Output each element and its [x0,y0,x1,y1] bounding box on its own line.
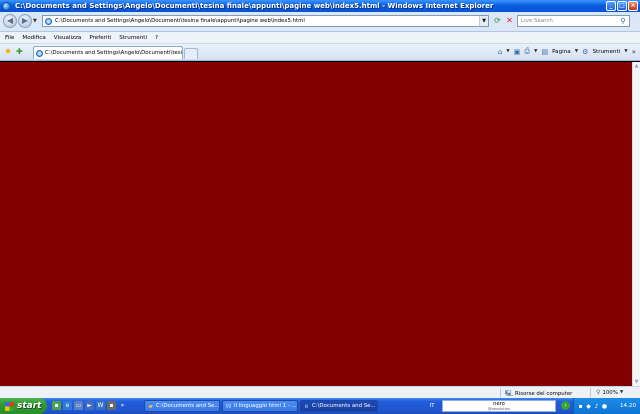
status-divider [590,388,591,398]
maximize-button[interactable]: □ [617,1,627,11]
tray-antivirus-icon[interactable]: ◆ [585,403,592,410]
windows-logo-icon [5,401,14,411]
quicklaunch-app-icon[interactable]: ▪ [52,401,61,410]
tray-network-icon[interactable]: ▪ [577,403,584,410]
tab-current[interactable]: C:\Documents and Settings\Angelo\Documen… [33,46,183,59]
page-menu-button[interactable]: Pagina [552,49,571,55]
window-controls: _ □ × [606,1,638,11]
zoom-control[interactable]: ⚲ 100% ▼ [596,389,623,396]
address-field[interactable]: C:\Documents and Settings\Angelo\Documen… [42,15,489,27]
taskbar-button-label: C:\Documents and Se... [312,403,376,409]
zoom-level: 100% [602,389,618,396]
tray-expand-icon[interactable]: ‹ [561,401,570,410]
minimize-button[interactable]: _ [606,1,616,11]
taskbar-button-label: C:\Documents and Se... [156,403,219,409]
address-row: ◀ ▶ ▼ C:\Documents and Settings\Angelo\D… [0,12,640,32]
folder-icon: ▰ [148,402,153,410]
quicklaunch-more-icon[interactable]: » [118,401,127,410]
quicklaunch-desktop-icon[interactable]: ▭ [74,401,83,410]
forward-button[interactable]: ▶ [18,14,32,28]
taskbar-button-folder[interactable]: ▰ C:\Documents and Se... [144,400,220,412]
menu-visualizza[interactable]: Visualizza [50,35,86,41]
taskbar-button-ie[interactable]: e C:\Documents and Se... [300,400,378,412]
home-icon[interactable]: ⌂ [498,48,502,56]
tab-label: C:\Documents and Settings\Angelo\Documen… [45,50,182,56]
scroll-up-icon[interactable]: ▲ [633,62,640,70]
address-dropdown-icon[interactable]: ▼ [479,16,488,26]
stop-icon[interactable]: ✕ [504,15,515,27]
toolbar-box[interactable]: nero @absolution [442,400,556,412]
tab-page-icon [36,49,43,57]
tools-gear-icon[interactable]: ⚙ [582,48,588,56]
taskbar-button-label: Il linguaggio html 1 - ... [234,403,297,409]
page-icon [45,17,52,25]
menu-strumenti[interactable]: Strumenti [115,35,151,41]
tray-icons: ▪ ◆ ♪ ● [577,403,608,410]
clock[interactable]: 14.20 [620,403,636,409]
menu-preferiti[interactable]: Preferiti [85,35,115,41]
feeds-icon[interactable]: ▣ [514,48,521,56]
vertical-scrollbar[interactable]: ▲ ▼ [632,62,640,386]
title-bar: C:\Documents and Settings\Angelo\Documen… [0,0,640,12]
close-button[interactable]: × [628,1,638,11]
word-doc-icon: W [225,402,232,410]
quick-launch: ▪ e ▭ ► W ▪ » [52,401,127,410]
page-dropdown-icon[interactable]: ▼ [575,49,578,54]
print-dropdown-icon[interactable]: ▼ [534,49,537,54]
quicklaunch-app2-icon[interactable]: ▪ [107,401,116,410]
toolbar-box-subtitle: @absolution [487,406,511,411]
search-input[interactable]: Live Search [517,15,630,27]
taskbar-button-word[interactable]: W Il linguaggio html 1 - ... [222,400,298,412]
address-text[interactable]: C:\Documents and Settings\Angelo\Documen… [55,18,305,24]
menu-bar: File Modifica Visualizza Preferiti Strum… [0,32,640,44]
more-chevron-icon[interactable]: » [632,48,636,56]
zoom-dropdown-icon[interactable]: ▼ [620,390,623,395]
print-icon[interactable]: ⎙ [524,47,530,56]
quicklaunch-media-icon[interactable]: ► [85,401,94,410]
menu-file[interactable]: File [0,35,18,41]
system-tray: ▪ ◆ ♪ ● 14.20 [573,398,640,414]
quicklaunch-word-icon[interactable]: W [96,401,105,410]
language-indicator[interactable]: IT [426,400,438,412]
start-label: start [17,401,42,411]
tools-menu-button[interactable]: Strumenti [592,49,620,55]
ie-icon [2,1,11,11]
tray-volume-icon[interactable]: ♪ [593,403,600,410]
taskbar: start ▪ e ▭ ► W ▪ » ▰ C:\Documents and S… [0,398,640,414]
add-favorites-icon[interactable]: ✚ [16,47,23,56]
back-button[interactable]: ◀ [3,14,17,28]
tray-messenger-icon[interactable]: ● [601,403,608,410]
search-icon[interactable]: ⚲ [618,16,628,26]
ie-task-icon: e [304,402,309,410]
recent-pages-dropdown-icon[interactable]: ▼ [33,18,37,24]
refresh-icon[interactable]: ⟳ [492,15,503,27]
menu-modifica[interactable]: Modifica [18,35,49,41]
zone-label: Risorse del computer [515,391,573,397]
home-dropdown-icon[interactable]: ▼ [506,49,509,54]
new-tab-button[interactable] [184,48,198,59]
favorites-star-icon[interactable]: ★ [4,47,12,57]
window-title: C:\Documents and Settings\Angelo\Documen… [15,2,494,10]
scroll-down-icon[interactable]: ▼ [633,378,640,386]
status-bar: 🖳 Risorse del computer ⚲ 100% ▼ [0,386,640,398]
status-divider [500,388,501,398]
start-button[interactable]: start [0,398,47,414]
quicklaunch-ie-icon[interactable]: e [63,401,72,410]
tab-row: ★ ✚ C:\Documents and Settings\Angelo\Doc… [0,44,640,61]
tools-dropdown-icon[interactable]: ▼ [624,49,627,54]
zoom-icon: ⚲ [596,389,601,396]
command-bar: ⌂ ▼ ▣ ⎙ ▼ ▤ Pagina ▼ ⚙ Strumenti ▼ » [498,47,636,56]
page-menu-icon[interactable]: ▤ [541,48,548,56]
page-content [0,62,632,386]
menu-help[interactable]: ? [151,35,162,41]
